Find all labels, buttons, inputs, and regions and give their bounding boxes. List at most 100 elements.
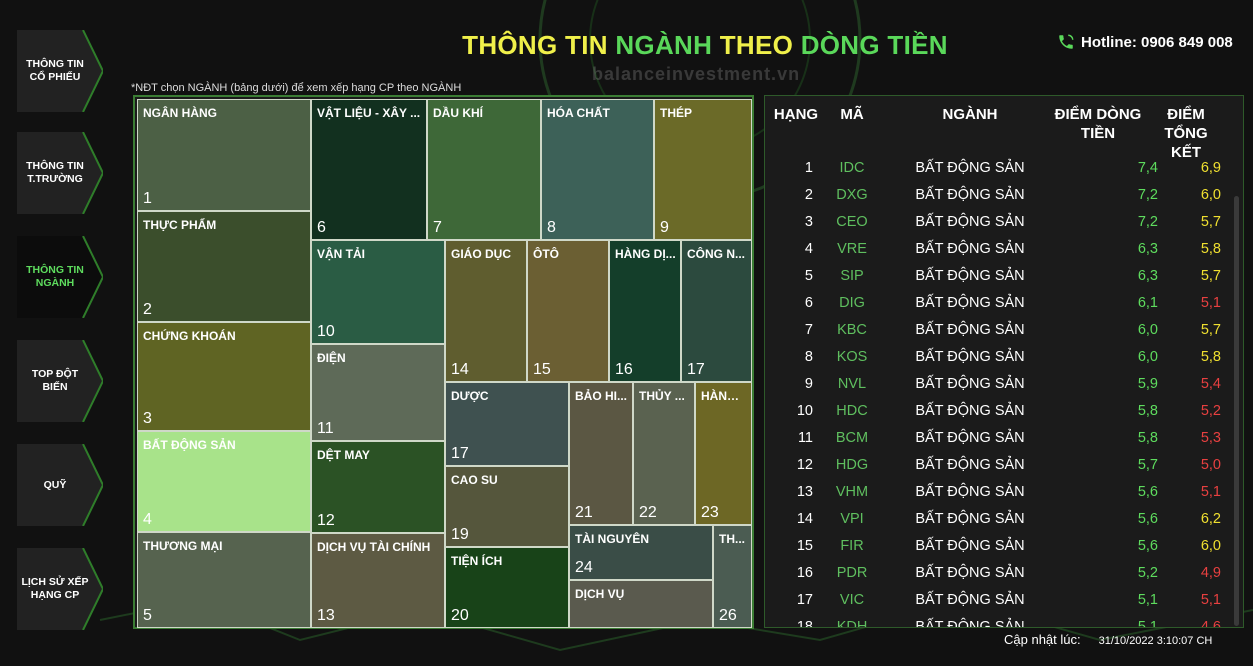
row-flow-score: 5,8 xyxy=(1137,430,1158,446)
cell-name: GIÁO DỤC xyxy=(451,247,511,261)
treemap-cell[interactable]: THÉP 9 xyxy=(654,99,752,240)
row-rank: 10 xyxy=(796,403,813,419)
row-flow-score: 6,1 xyxy=(1137,295,1158,311)
row-rank: 9 xyxy=(804,376,813,392)
row-rank: 14 xyxy=(796,511,813,527)
cell-rank: 3 xyxy=(143,410,152,427)
cell-name: TÀI NGUYÊN xyxy=(575,532,650,546)
row-industry: BẤT ĐỘNG SẢN xyxy=(915,484,1025,500)
treemap-cell[interactable]: ÔTÔ 15 xyxy=(527,240,609,382)
row-total-score: 5,7 xyxy=(1200,322,1221,338)
table-row[interactable]: 9 NVL BẤT ĐỘNG SẢN 5,9 5,4 xyxy=(765,372,1243,399)
row-flow-score: 5,6 xyxy=(1137,484,1158,500)
header-industry[interactable]: NGÀNH xyxy=(900,105,1040,124)
treemap-cell[interactable]: NGÂN HÀNG 1 xyxy=(137,99,311,211)
table-row[interactable]: 3 CEO BẤT ĐỘNG SẢN 7,2 5,7 xyxy=(765,210,1243,237)
row-flow-score: 6,3 xyxy=(1137,268,1158,284)
treemap-cell[interactable]: THỦY ... 22 xyxy=(633,382,695,525)
table-row[interactable]: 6 DIG BẤT ĐỘNG SẢN 6,1 5,1 xyxy=(765,291,1243,318)
treemap-cell[interactable]: DỊCH VỤ TÀI CHÍNH 13 xyxy=(311,533,445,628)
nav-fund[interactable]: QUỸ xyxy=(17,444,103,526)
treemap-cell[interactable]: CHỨNG KHOÁN 3 xyxy=(137,322,311,431)
cell-rank: 13 xyxy=(317,607,335,624)
row-total-score: 5,1 xyxy=(1200,484,1221,500)
table-row[interactable]: 15 FIR BẤT ĐỘNG SẢN 5,6 6,0 xyxy=(765,534,1243,561)
table-row[interactable]: 18 KDH BẤT ĐỘNG SẢN 5,1 4,6 xyxy=(765,615,1243,628)
nav-ranking-history[interactable]: LỊCH SỬ XẾP HẠNG CP xyxy=(17,548,103,630)
cell-rank: 10 xyxy=(317,323,335,340)
table-row[interactable]: 16 PDR BẤT ĐỘNG SẢN 5,2 4,9 xyxy=(765,561,1243,588)
row-rank: 12 xyxy=(796,457,813,473)
table-scrollbar[interactable] xyxy=(1234,196,1239,626)
table-row[interactable]: 11 BCM BẤT ĐỘNG SẢN 5,8 5,3 xyxy=(765,426,1243,453)
nav-market-info[interactable]: THÔNG TIN T.TRƯỜNG xyxy=(17,132,103,214)
row-flow-score: 5,2 xyxy=(1137,565,1158,581)
table-row[interactable]: 2 DXG BẤT ĐỘNG SẢN 7,2 6,0 xyxy=(765,183,1243,210)
header-rank[interactable]: HẠNG xyxy=(771,105,821,124)
treemap-cell[interactable]: THỰC PHẨM 2 xyxy=(137,211,311,322)
row-industry: BẤT ĐỘNG SẢN xyxy=(915,322,1025,338)
cell-name: DỆT MAY xyxy=(317,448,370,462)
table-row[interactable]: 14 VPI BẤT ĐỘNG SẢN 5,6 6,2 xyxy=(765,507,1243,534)
table-row[interactable]: 4 VRE BẤT ĐỘNG SẢN 6,3 5,8 xyxy=(765,237,1243,264)
table-row[interactable]: 8 KOS BẤT ĐỘNG SẢN 6,0 5,8 xyxy=(765,345,1243,372)
update-time: Cập nhật lúc: 31/10/2022 3:10:07 CH xyxy=(1004,632,1212,647)
row-total-score: 5,4 xyxy=(1200,376,1221,392)
industry-treemap: NGÂN HÀNG 1 THỰC PHẨM 2 CHỨNG KHOÁN 3 BẤT ĐỘNG… xyxy=(133,95,754,629)
cell-rank: 21 xyxy=(575,504,593,521)
table-row[interactable]: 17 VIC BẤT ĐỘNG SẢN 5,1 5,1 xyxy=(765,588,1243,615)
nav-label: LỊCH SỬ XẾP HẠNG CP xyxy=(21,576,89,601)
cell-rank: 26 xyxy=(719,607,737,624)
treemap-cell[interactable]: VẬT LIỆU - XÂY ... 6 xyxy=(311,99,427,240)
treemap-cell[interactable]: CAO SU 19 xyxy=(445,466,569,547)
treemap-cell[interactable]: CÔNG N... 17 xyxy=(681,240,752,382)
page-title: THÔNG TIN NGÀNH THEO DÒNG TIỀN xyxy=(462,30,948,60)
table-row[interactable]: 12 HDG BẤT ĐỘNG SẢN 5,7 5,0 xyxy=(765,453,1243,480)
treemap-cell[interactable]: ĐIỆN 11 xyxy=(311,344,445,441)
row-total-score: 5,1 xyxy=(1200,592,1221,608)
treemap-cell[interactable]: GIÁO DỤC 14 xyxy=(445,240,527,382)
row-total-score: 5,7 xyxy=(1200,268,1221,284)
treemap-cell[interactable]: TH... 26 xyxy=(713,525,752,628)
treemap-cell[interactable]: BẢO HI... 21 xyxy=(569,382,633,525)
row-flow-score: 6,0 xyxy=(1137,349,1158,365)
treemap-cell[interactable]: HÀNG ... 23 xyxy=(695,382,752,525)
table-row[interactable]: 5 SIP BẤT ĐỘNG SẢN 6,3 5,7 xyxy=(765,264,1243,291)
treemap-cell[interactable]: BẤT ĐỘNG SẢN 4 xyxy=(137,431,311,532)
cell-name: THỰC PHẨM xyxy=(143,218,217,232)
header-total-score[interactable]: ĐIỂM TỔNG KẾT xyxy=(1151,105,1221,162)
nav-stock-info[interactable]: THÔNG TIN CỔ PHIẾU xyxy=(17,30,103,112)
table-row[interactable]: 10 HDC BẤT ĐỘNG SẢN 5,8 5,2 xyxy=(765,399,1243,426)
table-row[interactable]: 13 VHM BẤT ĐỘNG SẢN 5,6 5,1 xyxy=(765,480,1243,507)
treemap-cell[interactable]: DỆT MAY 12 xyxy=(311,441,445,533)
table-row[interactable]: 1 IDC BẤT ĐỘNG SẢN 7,4 6,9 xyxy=(765,156,1243,183)
treemap-cell[interactable]: DẦU KHÍ 7 xyxy=(427,99,541,240)
treemap-cell[interactable]: HÀNG DỊ... 16 xyxy=(609,240,681,382)
row-flow-score: 5,8 xyxy=(1137,403,1158,419)
nav-top-breakout[interactable]: TOP ĐỘT BIẾN xyxy=(17,340,103,422)
nav-industry-info[interactable]: THÔNG TIN NGÀNH xyxy=(17,236,103,318)
row-total-score: 5,0 xyxy=(1200,457,1221,473)
table-row[interactable]: 7 KBC BẤT ĐỘNG SẢN 6,0 5,7 xyxy=(765,318,1243,345)
cell-name: CÔNG N... xyxy=(687,247,746,261)
row-total-score: 5,8 xyxy=(1200,349,1221,365)
treemap-cell[interactable]: DỊCH VỤ xyxy=(569,580,713,628)
hotline[interactable]: Hotline: 0906 849 008 xyxy=(1057,33,1233,51)
treemap-cell[interactable]: TIỆN ÍCH 20 xyxy=(445,547,569,628)
row-industry: BẤT ĐỘNG SẢN xyxy=(915,538,1025,554)
cell-rank: 7 xyxy=(433,219,442,236)
header-flow-score[interactable]: ĐIỂM DÒNG TIỀN xyxy=(1053,105,1143,143)
row-rank: 18 xyxy=(796,619,813,628)
row-industry: BẤT ĐỘNG SẢN xyxy=(915,349,1025,365)
row-code: BCM xyxy=(835,430,869,446)
treemap-cell[interactable]: HÓA CHẤT 8 xyxy=(541,99,654,240)
treemap-cell[interactable]: DƯỢC 17 xyxy=(445,382,569,466)
row-rank: 2 xyxy=(804,187,813,203)
header-code[interactable]: MÃ xyxy=(827,105,877,124)
row-code: HDC xyxy=(836,403,868,419)
row-flow-score: 5,7 xyxy=(1137,457,1158,473)
treemap-cell[interactable]: VẬN TẢI 10 xyxy=(311,240,445,344)
treemap-cell[interactable]: TÀI NGUYÊN 24 xyxy=(569,525,713,580)
cell-name: NGÂN HÀNG xyxy=(143,106,217,120)
treemap-cell[interactable]: THƯƠNG MẠI 5 xyxy=(137,532,311,628)
